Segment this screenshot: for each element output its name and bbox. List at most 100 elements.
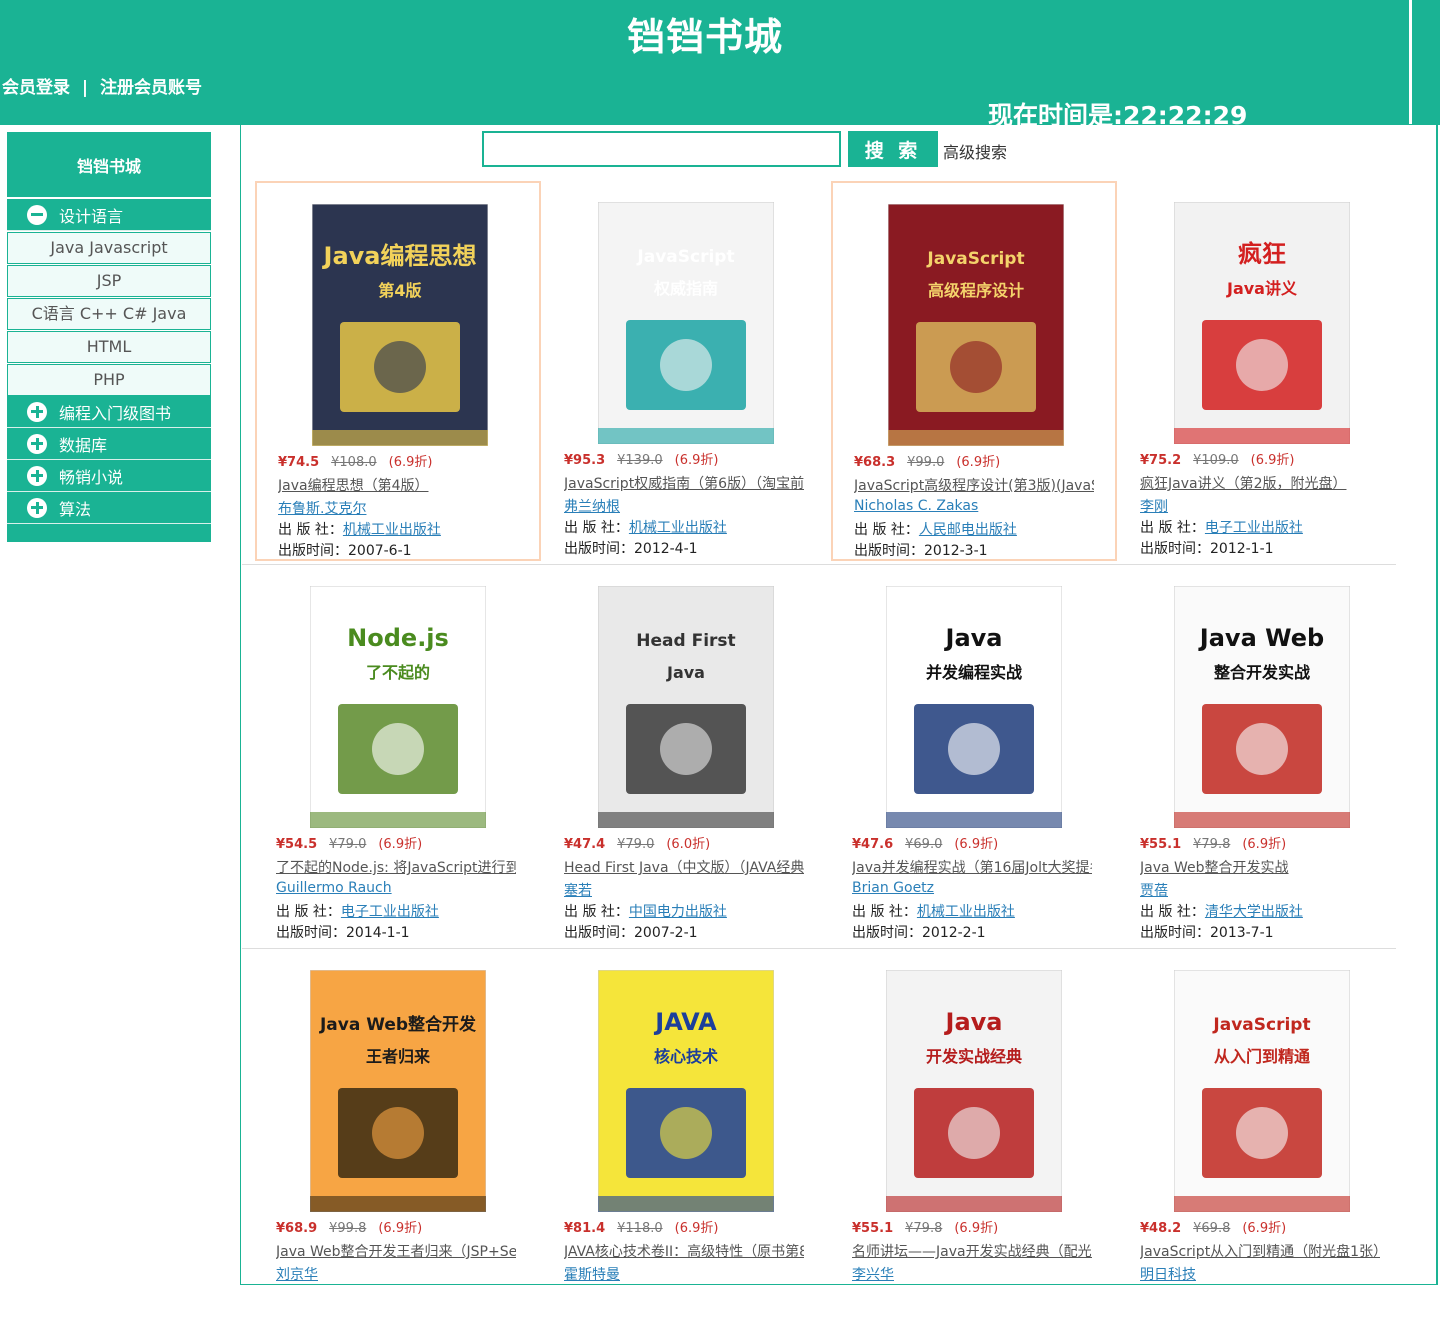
login-link[interactable]: 会员登录 [2,78,70,98]
book-card[interactable]: JAVA 核心技术 ¥81.4 ¥118.0 (6.9折) JAVA核心技术卷II：高级特… [543,949,829,1329]
book-title-link[interactable]: JavaScript从入门到精通（附光盘1张） [1140,1241,1380,1261]
author-link[interactable]: Guillermo Rauch [276,880,392,896]
book-title-link[interactable]: 了不起的Node.js: 将JavaScript进行到底 [276,857,516,877]
book-cover-image[interactable]: Java 开发实战经典 [886,970,1062,1212]
discount-badge: (6.9折) [954,1221,999,1236]
book-title-link[interactable]: JAVA核心技术卷II：高级特性（原书第8版） [564,1241,804,1261]
book-cover-art: JavaScript 权威指南 [598,202,774,444]
book-cover-image[interactable]: Java编程思想 第4版 [312,204,488,446]
author-link[interactable]: 布鲁斯.艾克尔 [278,498,366,518]
author-link[interactable]: 李刚 [1140,496,1168,516]
subcategory-item[interactable]: HTML [7,331,211,363]
category-1[interactable]: 编程入门级图书 [7,396,211,428]
cover-subtitle-text: 王者归来 [366,1047,431,1066]
author-link[interactable]: 霍斯特曼 [564,1264,620,1284]
book-cover-image[interactable]: Java 并发编程实战 [886,586,1062,828]
author-link[interactable]: 塞若 [564,880,592,900]
book-title-link[interactable]: JavaScript权威指南（第6版）（淘宝前端团队翻译） [564,473,804,493]
book-cover-art: 疯狂 Java讲义 [1174,202,1350,444]
book-card[interactable]: Java Web整合开发 王者归来 ¥68.9 ¥99.8 (6.9折) Java Web… [255,949,541,1329]
expand-icon[interactable] [27,401,47,422]
book-title-link[interactable]: Java并发编程实战（第16届Jolt大奖提名图书） [852,857,1092,877]
author-link[interactable]: 李兴华 [852,1264,894,1284]
book-title-link[interactable]: Java编程思想（第4版） [278,475,518,495]
discount-badge: (6.0折) [666,837,711,852]
publisher-row: 出 版 社：电子工业出版社 [1140,517,1303,537]
subcategory-item[interactable]: PHP [7,364,211,396]
book-card[interactable]: JavaScript 从入门到精通 ¥48.2 ¥69.8 (6.9折) JavaScri… [1119,949,1405,1329]
book-cover-image[interactable]: JavaScript 高级程序设计 [888,204,1064,446]
expand-icon[interactable] [27,465,47,486]
book-card[interactable]: JavaScript 权威指南 ¥95.3 ¥139.0 (6.9折) JavaScrip… [543,181,829,561]
category-2[interactable]: 数据库 [7,428,211,460]
book-cover-image[interactable]: 疯狂 Java讲义 [1174,202,1350,444]
publisher-label: 出 版 社： [564,904,629,920]
publish-date: 2012-2-1 [922,925,986,941]
author-link[interactable]: 刘京华 [276,1264,318,1284]
book-card[interactable]: 疯狂 Java讲义 ¥75.2 ¥109.0 (6.9折) 疯狂Java讲义（第2版，附光… [1119,181,1405,561]
price-row: ¥68.9 ¥99.8 (6.9折) [276,1217,422,1236]
book-title-link[interactable]: Head First Java（中文版）（JAVA经典畅销书） [564,857,804,877]
author-link[interactable]: 贾蓓 [1140,880,1168,900]
original-price: ¥79.0 [329,837,367,852]
book-cover-image[interactable]: Head First Java [598,586,774,828]
book-title-link[interactable]: JavaScript高级程序设计(第3版)(JavaScript技术名著) [854,475,1094,495]
book-cover-image[interactable]: JavaScript 权威指南 [598,202,774,444]
cover-title-text: Java Web [1198,624,1324,652]
book-title-link[interactable]: 疯狂Java讲义（第2版，附光盘） [1140,473,1380,493]
publisher-link[interactable]: 机械工业出版社 [343,522,441,538]
advanced-search-link[interactable]: 高级搜索 [943,139,1007,163]
author-link[interactable]: 明日科技 [1140,1264,1196,1284]
link-separator: | [81,78,89,98]
book-card[interactable]: Java 开发实战经典 ¥55.1 ¥79.8 (6.9折) 名师讲坛——Java开发实战… [831,949,1117,1329]
publish-date-row: 出版时间：2012-3-1 [854,540,988,560]
publisher-link[interactable]: 电子工业出版社 [1205,520,1303,536]
book-title-link[interactable]: 名师讲坛——Java开发实战经典（配光盘） [852,1241,1092,1261]
publisher-link[interactable]: 中国电力出版社 [629,904,727,920]
publish-date-row: 出版时间：2012-4-1 [564,538,698,558]
search-button[interactable]: 搜 索 [848,131,938,167]
publisher-link[interactable]: 机械工业出版社 [917,904,1015,920]
publish-date-row: 出版时间：2012-1-1 [1140,538,1274,558]
collapse-icon[interactable] [27,204,47,225]
author-link[interactable]: Brian Goetz [852,880,934,896]
search-input[interactable] [482,131,841,167]
expand-icon[interactable] [27,497,47,518]
expand-icon[interactable] [27,433,47,454]
book-cover-image[interactable]: JavaScript 从入门到精通 [1174,970,1350,1212]
category-4[interactable]: 算法 [7,492,211,524]
book-cover-image[interactable]: JAVA 核心技术 [598,970,774,1212]
author-link[interactable]: Nicholas C. Zakas [854,498,978,514]
author-link[interactable]: 弗兰纳根 [564,496,620,516]
book-cover-image[interactable]: Java Web 整合开发实战 [1174,586,1350,828]
subcategory-item[interactable]: JSP [7,265,211,297]
publisher-link[interactable]: 机械工业出版社 [629,520,727,536]
book-cover-image[interactable]: Java Web整合开发 王者归来 [310,970,486,1212]
book-title-link[interactable]: Java Web整合开发王者归来（JSP+Servlet+Struts+Hibe… [276,1241,516,1261]
current-price: ¥95.3 [564,453,606,468]
cover-subtitle-text: 第4版 [378,281,421,300]
register-link[interactable]: 注册会员账号 [100,78,202,98]
category-0[interactable]: 设计语言 [7,199,211,231]
book-cover-art: Java 开发实战经典 [886,970,1062,1212]
book-card[interactable]: Node.js 了不起的 ¥54.5 ¥79.0 (6.9折) 了不起的Node.js: … [255,565,541,945]
publisher-link[interactable]: 清华大学出版社 [1205,904,1303,920]
publisher-link[interactable]: 人民邮电出版社 [919,522,1017,538]
publisher-label: 出 版 社： [276,904,341,920]
book-card[interactable]: Head First Java ¥47.4 ¥79.0 (6.0折) Head First… [543,565,829,945]
current-price: ¥68.9 [276,1221,318,1236]
category-3[interactable]: 畅销小说 [7,460,211,492]
cover-subtitle-text: 整合开发实战 [1213,663,1310,682]
book-card[interactable]: JavaScript 高级程序设计 ¥68.3 ¥99.0 (6.9折) JavaScri… [831,181,1117,561]
price-row: ¥54.5 ¥79.0 (6.9折) [276,833,422,852]
discount-badge: (6.9折) [956,455,1001,470]
subcategory-item[interactable]: C语言 C++ C# Java [7,298,211,330]
publisher-link[interactable]: 电子工业出版社 [341,904,439,920]
book-card[interactable]: Java 并发编程实战 ¥47.6 ¥69.0 (6.9折) Java并发编程实战（第16… [831,565,1117,945]
book-cover-image[interactable]: Node.js 了不起的 [310,586,486,828]
sidebar-footer [7,524,211,542]
book-card[interactable]: Java编程思想 第4版 ¥74.5 ¥108.0 (6.9折) Java编程思想（第4版… [255,181,541,561]
book-title-link[interactable]: Java Web整合开发实战 [1140,857,1380,877]
book-card[interactable]: Java Web 整合开发实战 ¥55.1 ¥79.8 (6.9折) Java Web整合… [1119,565,1405,945]
subcategory-item[interactable]: Java Javascript [7,232,211,264]
